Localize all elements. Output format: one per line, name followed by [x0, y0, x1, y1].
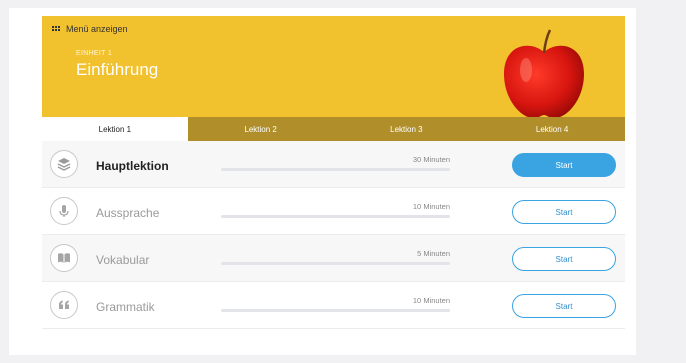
- book-icon: [50, 244, 78, 272]
- progress-bar: [221, 262, 450, 265]
- tab-lektion-3[interactable]: Lektion 3: [333, 117, 480, 141]
- lesson-title: Aussprache: [96, 206, 160, 220]
- progress-bar: [221, 309, 450, 312]
- progress-bar: [221, 215, 450, 218]
- start-button[interactable]: Start: [512, 294, 616, 318]
- grid-icon: [52, 26, 61, 32]
- start-button[interactable]: Start: [512, 247, 616, 271]
- lesson-row-hauptlektion: Hauptlektion 30 Minuten Start: [42, 141, 625, 188]
- tab-lektion-2[interactable]: Lektion 2: [187, 117, 334, 141]
- lesson-row-vokabular: Vokabular 5 Minuten Start: [42, 235, 625, 282]
- layers-icon: [50, 150, 78, 178]
- tab-lektion-1[interactable]: Lektion 1: [42, 117, 188, 141]
- apple-image: [504, 29, 584, 117]
- unit-title: Einführung: [76, 60, 159, 79]
- quote-icon: [50, 291, 78, 319]
- lesson-list: Hauptlektion 30 Minuten Start Aussprache…: [42, 141, 625, 329]
- show-menu-button[interactable]: Menü anzeigen: [52, 24, 128, 34]
- tab-lektion-4[interactable]: Lektion 4: [479, 117, 625, 141]
- lesson-duration: 10 Minuten: [412, 296, 450, 305]
- lesson-title: Vokabular: [96, 253, 150, 267]
- lesson-title: Grammatik: [96, 300, 155, 314]
- progress-bar: [221, 168, 450, 171]
- lesson-title: Hauptlektion: [96, 159, 169, 173]
- unit-banner: Menü anzeigen EINHEIT 1 Einführung: [42, 16, 625, 117]
- lesson-duration: 10 Minuten: [412, 202, 450, 211]
- lesson-row-aussprache: Aussprache 10 Minuten Start: [42, 188, 625, 235]
- lesson-duration: 30 Minuten: [412, 155, 450, 164]
- lesson-card: Menü anzeigen EINHEIT 1 Einführung Lekti…: [42, 16, 625, 331]
- lesson-duration: 5 Minuten: [417, 249, 450, 258]
- lesson-row-grammatik: Grammatik 10 Minuten Start: [42, 282, 625, 329]
- microphone-icon: [50, 197, 78, 225]
- show-menu-label: Menü anzeigen: [66, 24, 128, 34]
- unit-label: EINHEIT 1: [76, 50, 113, 57]
- lesson-tabs: Lektion 1 Lektion 2 Lektion 3 Lektion 4: [42, 117, 625, 141]
- start-button[interactable]: Start: [512, 153, 616, 177]
- start-button[interactable]: Start: [512, 200, 616, 224]
